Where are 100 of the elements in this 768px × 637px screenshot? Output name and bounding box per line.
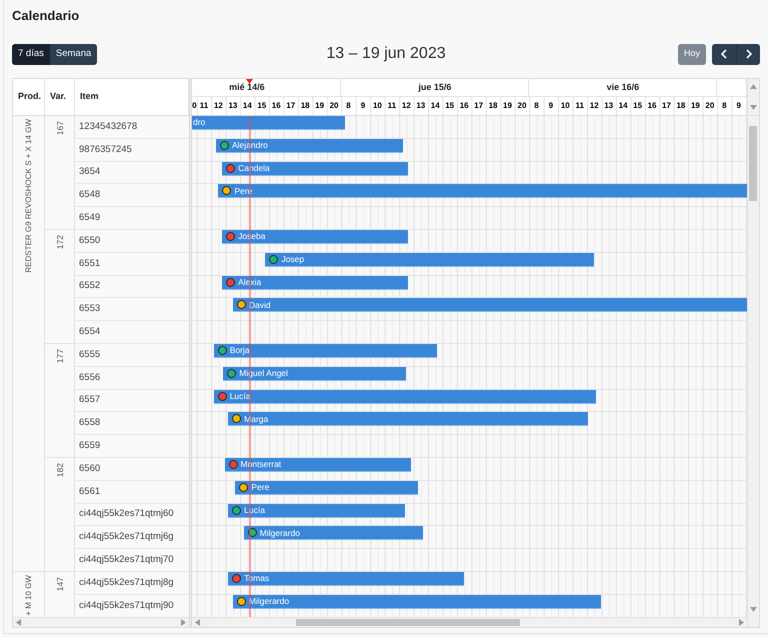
hour-label: 12 [402,102,411,110]
hour-label: 14 [242,102,252,110]
chevron-right-icon [746,49,752,59]
hour-label: 17 [662,102,671,110]
scrollbar-thumb[interactable] [749,126,757,201]
task-bar[interactable]: Pere [218,184,747,198]
hour-label: 11 [200,102,208,110]
task-bar[interactable]: dro [192,116,345,130]
hour-label: 17 [474,102,484,110]
scrollbar-thumb[interactable] [296,619,520,626]
scroll-up-icon[interactable] [750,84,757,89]
product-label: + M 10 GW [24,574,34,616]
horizontal-scrollbar[interactable] [192,617,747,627]
task-bar[interactable]: Tomas [228,572,464,586]
hour-label: 9 [548,102,554,110]
next-button[interactable] [736,44,760,64]
hour-label: 9 [736,102,741,110]
task-name: Pere [234,186,252,196]
hour-label: 12 [590,102,599,110]
task-bar[interactable]: Miguel Angel [223,366,406,381]
task-bar[interactable]: Candela [222,162,408,176]
day-label: vie 16/6 [606,83,640,92]
hour-label: 8 [534,102,539,110]
hour-label: 20 [518,102,526,110]
hour-label: 8 [346,102,351,110]
task-bar[interactable]: David [232,298,747,312]
task-name: Miguel Angel [239,369,288,378]
task-name: Candela [238,164,270,172]
task-bar[interactable]: Alejandro [216,138,403,153]
hour-label: 0 [192,102,197,110]
task-bar[interactable]: Josep [265,252,594,267]
view-toggle-button[interactable]: Semana [50,44,98,64]
hour-label: 15 [445,102,454,110]
scroll-right-icon[interactable] [181,619,186,626]
hour-label: 13 [228,102,238,110]
view-toggle-button[interactable]: 7 días [12,44,50,64]
task-bar[interactable]: Montserrat [224,458,412,472]
hour-label: 14 [430,102,440,110]
column-header: Var. [45,79,75,115]
variant-label: 147 [54,576,64,592]
scroll-down-icon[interactable] [750,105,757,110]
task-name: dro [193,118,206,127]
task-name: Alejandro [232,141,268,150]
hour-label: 18 [676,102,686,110]
hour-label: 8 [722,102,727,110]
scroll-down-icon[interactable] [750,607,757,612]
variant-label: 172 [54,234,64,250]
date-range-title: 13 – 19 jun 2023 [326,44,446,64]
hour-label: 15 [633,102,642,110]
task-bar[interactable]: Lucía [214,390,596,404]
variant-label: 177 [54,348,64,364]
hour-label: 12 [214,102,223,110]
product-label: REDSTER G9 REVOSHOCK S + X 14 GW [24,119,34,273]
task-name: Tomas [244,574,270,583]
task-name: Montserrat [240,460,282,469]
hour-label: 11 [388,102,396,110]
hour-label: 18 [488,102,498,110]
previous-button[interactable] [712,44,736,64]
hour-label: 14 [618,102,628,110]
hour-label: 20 [705,102,714,110]
task-name: Borja [230,346,250,355]
hour-label: 11 [576,102,584,110]
task-bar[interactable]: Joseba [222,230,408,244]
hour-label: 19 [503,102,512,110]
hour-label: 16 [272,102,281,110]
scroll-left-icon[interactable] [16,619,21,626]
scroll-left-icon[interactable] [195,619,200,626]
variant-label: 182 [54,462,64,478]
task-name: Pere [251,483,270,492]
hour-label: 10 [560,102,570,110]
task-bar[interactable]: Milgerardo [244,526,424,540]
hour-label: 17 [286,102,296,110]
chevron-left-icon [721,49,727,59]
task-name: David [248,300,271,310]
task-name: Josep [281,255,304,264]
horizontal-scrollbar[interactable] [13,617,189,627]
hour-label: 13 [416,102,426,110]
task-name: Milgerardo [260,528,300,538]
hour-label: 20 [330,102,339,110]
task-name: Milgerardo [248,596,290,606]
task-bar[interactable]: Pere [235,480,418,495]
task-name: Lucía [230,392,250,400]
hour-label: 19 [690,102,700,110]
hour-label: 16 [460,102,469,110]
page-title: Calendario [12,8,80,24]
task-bar[interactable]: Alexia [222,276,408,290]
task-bar[interactable]: Milgerardo [232,594,601,609]
hour-label: 10 [372,102,382,110]
current-time-marker-icon [246,79,254,84]
task-bar[interactable]: Marga [228,412,588,426]
hour-label: 16 [648,102,656,110]
task-bar[interactable]: Borja [214,344,437,358]
scroll-right-icon[interactable] [739,619,744,626]
column-header: Prod. [13,79,45,115]
day-label: jue 15/6 [418,83,452,92]
day-label: mié 14/6 [229,83,265,92]
hour-label: 15 [257,102,266,110]
task-name: Marga [244,414,268,424]
hour-label: 18 [300,102,310,110]
task-bar[interactable]: Lucía [228,504,406,518]
